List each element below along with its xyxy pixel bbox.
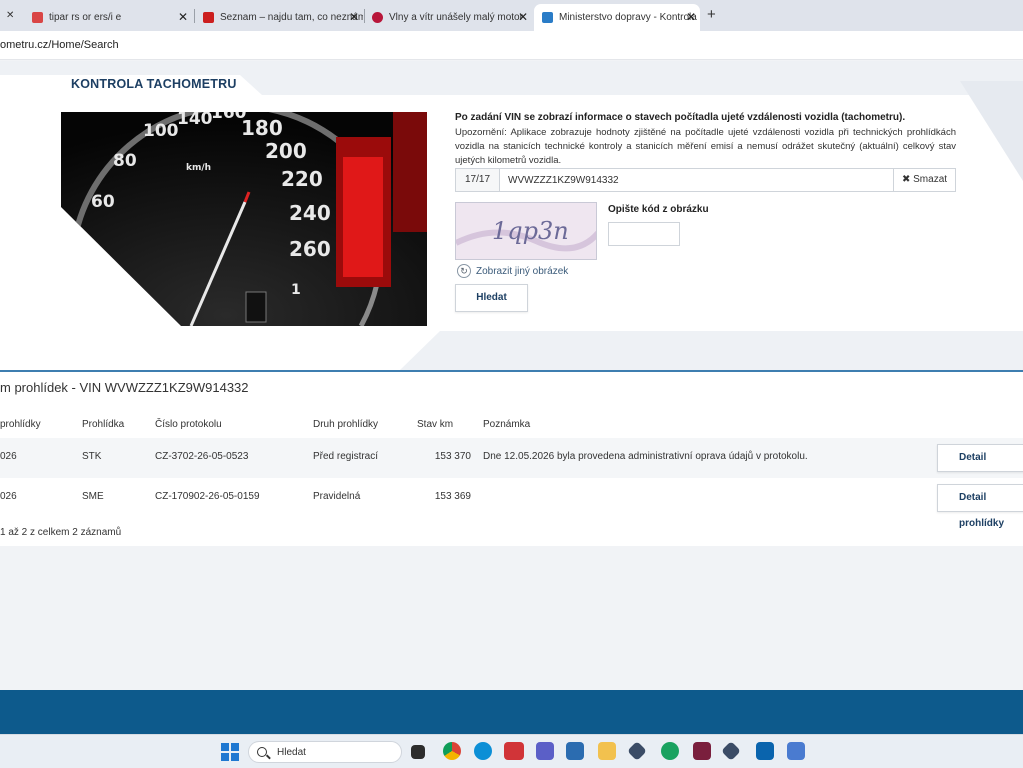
- speedo-number-260: 260: [289, 237, 331, 261]
- cell-type: SME: [82, 491, 104, 502]
- new-tab-button[interactable]: +: [707, 6, 716, 23]
- speedo-number-240: 240: [289, 201, 331, 225]
- file-explorer-icon[interactable]: [411, 745, 425, 759]
- col-header-type: Prohlídka: [82, 419, 125, 430]
- tab-ministerstvo-active[interactable]: Ministerstvo dopravy - Kontrola ✕: [534, 4, 700, 31]
- cell-km: 153 369: [434, 491, 471, 502]
- vin-char-count: 17/17: [456, 169, 500, 191]
- tab-favicon-icon: [32, 12, 43, 23]
- table-row: 026 SME CZ-170902-26-05-0159 Pravidelná …: [0, 478, 1023, 529]
- app-icon[interactable]: [504, 742, 524, 760]
- col-header-note: Poznámka: [483, 419, 531, 430]
- edge-dev-icon[interactable]: [661, 742, 679, 760]
- info-heading: Po zadání VIN se zobrazí informace o sta…: [455, 112, 906, 123]
- tab-1[interactable]: tipar rs or ers/i e ✕: [26, 4, 192, 31]
- store-icon[interactable]: [566, 742, 584, 760]
- taskbar-search-label: Hledat: [277, 746, 306, 758]
- cell-kind: Pravidelná: [313, 491, 361, 502]
- cell-protocol: CZ-3702-26-05-0523: [155, 451, 249, 462]
- tool-icon[interactable]: [627, 741, 647, 761]
- teams-icon[interactable]: [536, 742, 554, 760]
- cell-note: Dne 12.05.2026 byla provedena administra…: [483, 451, 808, 462]
- speedo-number-60: 60: [91, 192, 115, 212]
- windows-start-icon[interactable]: [221, 743, 239, 761]
- windows-taskbar: Hledat: [0, 734, 1023, 768]
- tab-seznam[interactable]: Seznam – najdu tam, co neznám ✕: [197, 4, 363, 31]
- tab-title: Ministerstvo dopravy - Kontrola: [559, 12, 697, 23]
- speedo-number-80: 80: [113, 151, 137, 171]
- outlook-icon[interactable]: [756, 742, 774, 760]
- tab-favicon-icon: [203, 12, 214, 23]
- game-icon[interactable]: [693, 742, 711, 760]
- page-footer-band: [0, 690, 1023, 734]
- results-panel: m prohlídek - VIN WVWZZZ1KZ9W914332 proh…: [0, 370, 1023, 546]
- speedo-number-180: 180: [241, 116, 283, 140]
- chrome-icon[interactable]: [443, 742, 461, 760]
- detail-button[interactable]: Detail prohlídky: [937, 444, 1023, 489]
- refresh-label: Zobrazit jiný obrázek: [476, 265, 569, 277]
- search-icon: [257, 747, 267, 757]
- refresh-captcha-link[interactable]: ↻ Zobrazit jiný obrázek: [457, 264, 568, 278]
- edge-icon[interactable]: [474, 742, 492, 760]
- table-row: 026 STK CZ-3702-26-05-0523 Před registra…: [0, 438, 1023, 489]
- captcha-image: 1qp3n: [455, 202, 597, 260]
- app2-icon[interactable]: [787, 742, 805, 760]
- captcha-text: 1qp3n: [492, 217, 569, 245]
- page-title: KONTROLA TACHOMETRU: [71, 77, 237, 91]
- tool2-icon[interactable]: [721, 741, 741, 761]
- speedo-unit: km/h: [186, 163, 211, 173]
- cell-date: 026: [0, 451, 17, 462]
- tab-title: Seznam – najdu tam, co neznám: [220, 12, 363, 23]
- search-button[interactable]: Hledat: [455, 284, 528, 312]
- tab-news[interactable]: Vlny a vítr unášely malý motor ✕: [366, 4, 532, 31]
- col-header-kind: Druh prohlídky: [313, 419, 379, 430]
- speedo-number-140: 140: [177, 112, 213, 129]
- refresh-icon: ↻: [457, 264, 471, 278]
- speedo-number-200: 200: [265, 139, 307, 163]
- speedo-number-1: 1: [291, 282, 301, 298]
- detail-button[interactable]: Detail prohlídky: [937, 484, 1023, 529]
- speedometer-image: 60 80 100 120 140 160 180 200 220 240 26…: [61, 112, 427, 326]
- col-header-km: Stav km: [417, 419, 454, 430]
- cell-kind: Před registrací: [313, 451, 379, 462]
- browser-tab-bar: ✕ tipar rs or ers/i e ✕ Seznam – najdu t…: [0, 0, 1023, 31]
- folder-icon[interactable]: [598, 742, 616, 760]
- tab-close-icon[interactable]: ✕: [6, 6, 14, 24]
- close-icon[interactable]: ✕: [178, 10, 188, 24]
- captcha-label: Opište kód z obrázku: [608, 204, 709, 215]
- speedo-number-100: 100: [143, 121, 179, 141]
- close-icon[interactable]: ✕: [686, 10, 696, 24]
- captcha-input[interactable]: [608, 222, 680, 246]
- tab-title: Vlny a vítr unášely malý motor: [389, 12, 523, 23]
- taskbar-search[interactable]: Hledat: [248, 741, 402, 763]
- speedo-number-220: 220: [281, 167, 323, 191]
- tab-favicon-icon: [372, 12, 383, 23]
- record-count: 1 až 2 z celkem 2 záznamů: [0, 527, 122, 538]
- results-title: m prohlídek - VIN WVWZZZ1KZ9W914332: [0, 380, 249, 395]
- info-warning: Upozornění: Aplikace zobrazuje hodnoty z…: [455, 127, 956, 166]
- clear-button[interactable]: ✖ Smazat: [893, 169, 955, 191]
- tab-favicon-icon: [542, 12, 553, 23]
- close-icon[interactable]: ✕: [349, 10, 359, 24]
- vin-input-group: 17/17 ✖ Smazat: [455, 168, 956, 192]
- address-text[interactable]: ometru.cz/Home/Search: [0, 39, 119, 51]
- search-panel: KONTROLA TACHOMETRU 60 80 100 120 140: [0, 61, 1023, 370]
- cell-date: 026: [0, 491, 17, 502]
- close-icon[interactable]: ✕: [518, 10, 528, 24]
- address-bar[interactable]: ometru.cz/Home/Search: [0, 31, 1023, 60]
- cell-protocol: CZ-170902-26-05-0159: [155, 491, 260, 502]
- col-header-protocol: Číslo protokolu: [155, 419, 222, 430]
- col-header-date: prohlídky: [0, 419, 41, 430]
- tab-title: tipar rs or ers/i e: [49, 12, 122, 23]
- vin-input[interactable]: [501, 169, 893, 191]
- cell-km: 153 370: [434, 451, 471, 462]
- cell-type: STK: [82, 451, 102, 462]
